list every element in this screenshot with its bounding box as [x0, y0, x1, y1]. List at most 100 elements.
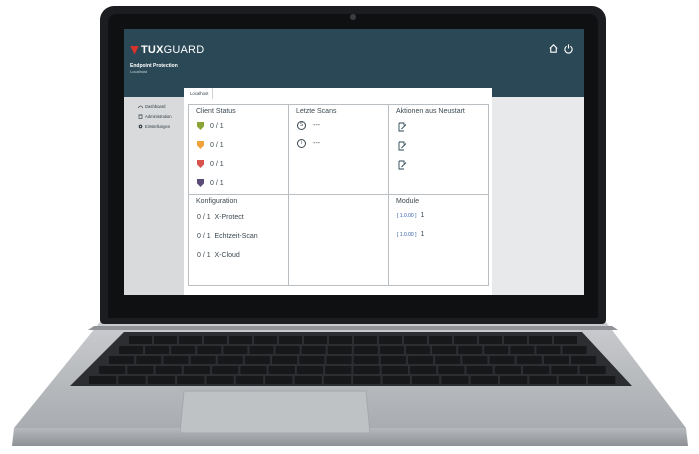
keyboard-key — [523, 366, 550, 374]
letzte-scans-title: Letzte Scans — [296, 108, 337, 115]
dashboard-icon — [138, 105, 143, 108]
sidebar-nav: Dashboard Administration Einstellungen — [124, 101, 184, 131]
keyboard-key — [489, 356, 515, 364]
keyboard-key — [407, 356, 434, 364]
client-status-value: 0 / 1 — [210, 122, 224, 130]
keyboard-key — [147, 376, 176, 384]
keyboard-key — [353, 356, 379, 364]
keyboard-key — [404, 336, 427, 344]
keyboard-key — [249, 346, 274, 354]
tuxguard-logo[interactable]: TUXGUARD — [130, 44, 204, 56]
scan-row: S --- — [297, 121, 320, 130]
keyboard-key — [329, 336, 352, 344]
header-icons — [548, 43, 574, 54]
client-status-row: 0 / 1 — [197, 122, 224, 130]
keyboard-key — [217, 356, 243, 364]
keyboard-key — [484, 346, 509, 354]
tab-localhost[interactable]: Localhost — [186, 88, 214, 99]
keyboard-key — [529, 376, 557, 384]
keyboard-key — [411, 376, 440, 384]
keyboard-key — [379, 346, 404, 354]
keyboard-key — [244, 356, 271, 364]
keyboard-key — [109, 356, 135, 364]
keyboard-key — [294, 376, 322, 384]
konfiguration-row: 0 / 1 X-Cloud — [197, 252, 240, 259]
client-status-value: 0 / 1 — [210, 179, 224, 187]
logo-text-thin: GUARD — [163, 44, 205, 56]
trash-icon — [138, 114, 143, 119]
keyboard-key — [458, 346, 483, 354]
sidebar: Dashboard Administration Einstellungen — [124, 97, 184, 295]
client-status-row: 0 / 1 — [197, 179, 224, 187]
keyboard-key — [296, 366, 324, 374]
aktionen-title: Aktionen aus Neustart — [396, 108, 465, 115]
keyboard-key — [353, 366, 380, 374]
sidebar-item-dashboard[interactable]: Dashboard — [124, 101, 184, 111]
keyboard-key — [558, 376, 587, 384]
konfiguration-row: 0 / 1 Echtzeit-Scan — [197, 233, 258, 240]
keyboard-key — [119, 346, 144, 354]
keyboard-key — [562, 346, 587, 354]
keyboard-key — [240, 366, 267, 374]
keyboard-key — [229, 336, 252, 344]
keyboard-key — [494, 366, 521, 374]
keyboard-key — [529, 336, 552, 344]
konfiguration-value: 0 / 1 — [197, 252, 211, 259]
keyboard-key — [323, 376, 352, 384]
keyboard-key — [145, 346, 170, 354]
home-icon[interactable] — [548, 43, 559, 54]
keyboard-key — [579, 366, 606, 374]
scan-value: --- — [313, 140, 320, 147]
keyboard-key — [163, 356, 189, 364]
keyboard-key — [551, 366, 578, 374]
shield-purple-icon — [197, 179, 204, 187]
keyboard-key — [326, 356, 352, 364]
konfiguration-panel: Konfiguration 0 / 1 X-Protect 0 / 1 Echt… — [189, 195, 289, 286]
keyboard-key — [272, 356, 298, 364]
keyboard-key — [327, 346, 352, 354]
shield-red-icon — [197, 160, 204, 168]
keyboard-key — [588, 376, 616, 384]
keyboard-key — [510, 346, 535, 354]
module-row: [ 1.0.00 ] 1 — [397, 212, 424, 219]
shield-green-icon — [197, 122, 204, 130]
keyboard-key — [441, 376, 469, 384]
keyboard-key — [470, 376, 498, 384]
client-status-value: 0 / 1 — [210, 141, 224, 149]
client-status-row: 0 / 1 — [197, 141, 224, 149]
tab-bar: Localhost — [184, 88, 492, 99]
konfiguration-row: 0 / 1 X-Protect — [197, 214, 244, 221]
konfiguration-title: Konfiguration — [196, 198, 238, 205]
edit-doc-icon[interactable] — [398, 160, 407, 170]
keyboard-key — [543, 356, 570, 364]
edit-doc-icon[interactable] — [398, 122, 407, 132]
module-value: 1 — [420, 212, 425, 219]
app-screen: TUXGUARD Endpoint Protection Localhost D… — [124, 29, 584, 295]
keyboard-key — [171, 346, 196, 354]
keyboard-key — [353, 376, 381, 384]
keyboard-key — [479, 336, 502, 344]
sidebar-item-label: Einstellungen — [145, 123, 171, 129]
keyboard-key — [190, 356, 216, 364]
keyboard-key — [304, 336, 327, 344]
letzte-scans-panel: Letzte Scans S --- i --- — [289, 105, 389, 195]
client-status-value: 0 / 1 — [210, 160, 224, 168]
keyboard-key — [223, 346, 248, 354]
keyboard-key — [301, 346, 326, 354]
logo-text-bold: TUX — [141, 44, 164, 56]
gear-icon — [138, 124, 143, 128]
konfiguration-label: X-Protect — [214, 214, 244, 221]
edit-doc-icon[interactable] — [398, 141, 407, 151]
webcam-icon — [350, 14, 356, 20]
keyboard-key — [438, 366, 465, 374]
keyboard-key — [99, 366, 126, 374]
logo-text: TUXGUARD — [141, 44, 204, 56]
aktionen-panel: Aktionen aus Neustart — [389, 105, 489, 195]
keyboard-key — [429, 336, 452, 344]
keyboard-key — [536, 346, 561, 354]
keyboard-key — [235, 376, 264, 384]
power-icon[interactable] — [563, 43, 574, 54]
sidebar-item-administration[interactable]: Administration — [124, 111, 184, 121]
keyboard-key — [554, 336, 577, 344]
sidebar-item-einstellungen[interactable]: Einstellungen — [124, 121, 184, 131]
